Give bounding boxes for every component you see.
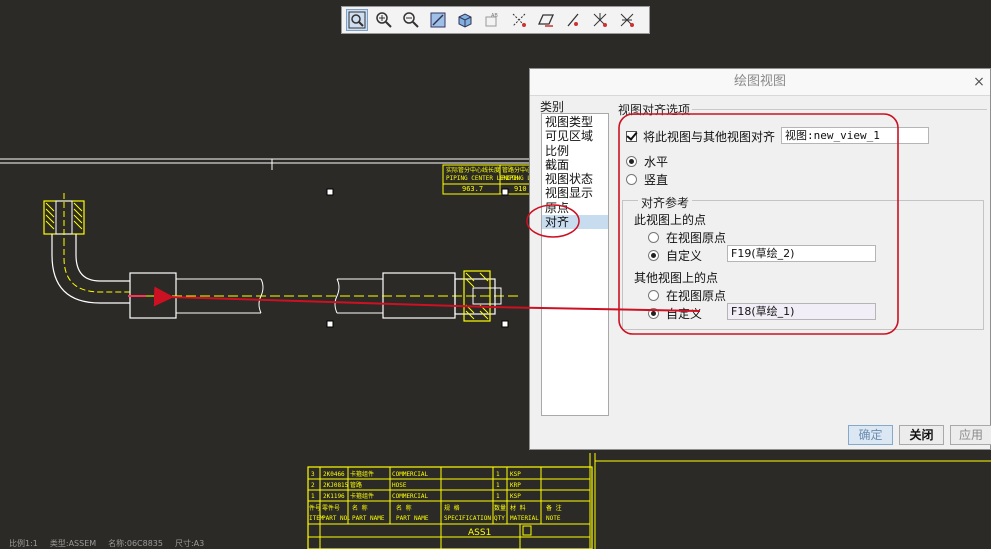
- vertical-label: 竖直: [644, 173, 669, 187]
- category-list[interactable]: 视图类型 可见区域 比例 截面 视图状态 视图显示 原点 对齐: [541, 113, 609, 416]
- datum-axes-icon: [512, 13, 526, 27]
- align-checkbox-row[interactable]: 将此视图与其他视图对齐: [626, 128, 775, 145]
- status-bar: 比例1:1 类型:ASSEM 名称:06C8835 尺寸:A3: [9, 538, 204, 549]
- options-title: 视图对齐选项: [618, 103, 691, 117]
- datum-axes-button[interactable]: [508, 9, 530, 31]
- this-view-custom-label: 自定义: [666, 249, 703, 263]
- view-field[interactable]: 视图:new_view_1: [781, 127, 929, 144]
- zoom-in-button[interactable]: [373, 9, 395, 31]
- zoom-fit-icon: [348, 11, 366, 29]
- annotations-icon: [620, 13, 634, 27]
- status-size: 尺寸:A3: [174, 539, 205, 548]
- dim-label-2-en: PIPING L: [502, 175, 531, 182]
- zoom-in-icon: [376, 12, 392, 28]
- this-view-origin-label: 在视图原点: [666, 231, 727, 245]
- category-item-scale[interactable]: 比例: [542, 144, 608, 158]
- vertical-radio[interactable]: [626, 174, 637, 185]
- datum-planes-icon: [537, 14, 555, 27]
- horizontal-radio-row[interactable]: 水平: [626, 153, 668, 170]
- category-item-alignment[interactable]: 对齐: [542, 215, 608, 230]
- coordinate-systems-icon: [593, 13, 607, 27]
- apply-button[interactable]: 应用: [950, 425, 991, 445]
- this-view-title-text: 此视图上的点: [634, 213, 707, 227]
- elbow-pipe[interactable]: [51, 234, 130, 304]
- other-view-custom-row[interactable]: 自定义: [648, 305, 702, 322]
- status-type: 类型:ASSEM: [49, 539, 97, 548]
- align-checkbox-label: 将此视图与其他视图对齐: [643, 130, 776, 144]
- zoom-out-button[interactable]: [400, 9, 422, 31]
- zoom-fit-button[interactable]: [346, 9, 368, 31]
- close-icon[interactable]: ×: [970, 70, 988, 94]
- other-view-origin-radio[interactable]: [648, 290, 659, 301]
- this-view-custom-row[interactable]: 自定义: [648, 247, 702, 264]
- horizontal-radio[interactable]: [626, 156, 637, 167]
- category-item-view-state[interactable]: 视图状态: [542, 172, 608, 186]
- vertical-radio-row[interactable]: 竖直: [626, 171, 668, 188]
- coordinate-systems-button[interactable]: [589, 9, 611, 31]
- dim-value-1: 963.7: [462, 185, 483, 193]
- other-view-point-field[interactable]: F18(草绘_1): [727, 303, 876, 320]
- saved-views-button[interactable]: AB: [481, 9, 503, 31]
- view-toolbar: AB: [341, 6, 650, 34]
- drawing-view-dialog: 绘图视图 × 类别 视图类型 可见区域 比例 截面 视图状态 视图显示 原点 对…: [529, 68, 991, 450]
- title-block: [307, 453, 991, 549]
- zoom-out-icon: [403, 12, 419, 28]
- this-view-custom-radio[interactable]: [648, 250, 659, 261]
- dim-value-2: 910: [514, 185, 527, 193]
- this-view-origin-radio[interactable]: [648, 232, 659, 243]
- horizontal-label: 水平: [644, 155, 669, 169]
- category-item-view-type[interactable]: 视图类型: [542, 115, 608, 129]
- category-item-visible-area[interactable]: 可见区域: [542, 129, 608, 143]
- repaint-icon: [430, 12, 446, 28]
- svg-text:AB: AB: [491, 13, 498, 19]
- category-item-section[interactable]: 截面: [542, 158, 608, 172]
- status-name: 名称:06C8835: [108, 539, 163, 548]
- datum-planes-button[interactable]: [535, 9, 557, 31]
- left-fitting[interactable]: [43, 193, 85, 240]
- ok-button[interactable]: 确定: [848, 425, 893, 445]
- saved-views-icon: AB: [485, 13, 498, 27]
- shaded-view-button[interactable]: [454, 9, 476, 31]
- category-item-origin[interactable]: 原点: [542, 201, 608, 215]
- dim-label-1: 实际管分中心线长度: [446, 166, 500, 174]
- datum-points-button[interactable]: [562, 9, 584, 31]
- other-view-title-text: 其他视图上的点: [634, 271, 719, 285]
- other-view-custom-label: 自定义: [666, 307, 703, 321]
- this-view-origin-row[interactable]: 在视图原点: [648, 229, 726, 246]
- this-view-point-field[interactable]: F19(草绘_2): [727, 245, 876, 262]
- this-view-title: 此视图上的点: [634, 211, 706, 228]
- other-view-origin-row[interactable]: 在视图原点: [648, 287, 726, 304]
- annotations-button[interactable]: [616, 9, 638, 31]
- alignment-reference-title: 对齐参考: [638, 194, 693, 211]
- other-view-title: 其他视图上的点: [634, 269, 718, 286]
- shaded-view-icon: [458, 13, 472, 28]
- other-view-custom-radio[interactable]: [648, 308, 659, 319]
- datum-points-icon: [567, 13, 579, 27]
- close-button[interactable]: 关闭: [899, 425, 944, 445]
- status-scale: 比例1:1: [9, 539, 38, 548]
- options-separator: [692, 109, 987, 110]
- other-view-origin-label: 在视图原点: [666, 289, 727, 303]
- align-checkbox[interactable]: [626, 131, 637, 142]
- repaint-button[interactable]: [427, 9, 449, 31]
- category-item-view-display[interactable]: 视图显示: [542, 186, 608, 200]
- hose-assembly[interactable]: [129, 270, 520, 322]
- dialog-title: 绘图视图: [530, 69, 990, 96]
